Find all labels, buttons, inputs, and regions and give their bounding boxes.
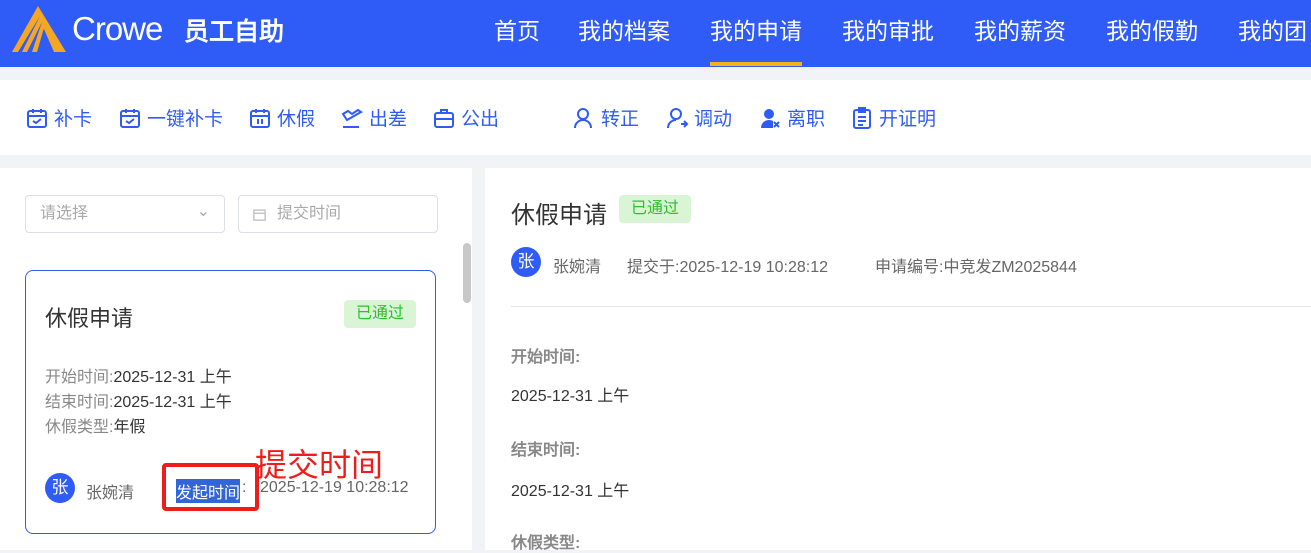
nav-salary[interactable]: 我的薪资 — [974, 12, 1066, 46]
tool-label: 调动 — [694, 109, 733, 130]
detail-title: 休假申请 — [511, 202, 607, 229]
briefcase-icon — [434, 108, 454, 128]
annotation-box — [162, 463, 259, 511]
nav-home[interactable]: 首页 — [494, 12, 540, 46]
tool-label: 公出 — [461, 109, 500, 130]
nav-approvals[interactable]: 我的审批 — [842, 12, 934, 46]
plane-icon — [341, 108, 363, 128]
calendar-check-icon — [27, 108, 47, 128]
tool-label: 一键补卡 — [147, 109, 224, 130]
calendar-check-icon — [120, 108, 140, 128]
tool-label: 转正 — [601, 109, 640, 130]
tool-label: 离职 — [787, 109, 826, 130]
brand-name: Crowe — [72, 10, 163, 47]
detail-value-start: 2025-12-31 上午 — [511, 388, 630, 405]
select-placeholder: 请选择 — [40, 205, 89, 222]
chevron-down-icon: ⌄ — [196, 203, 210, 220]
nav-my-applications[interactable]: 我的申请 — [710, 12, 802, 66]
tool-one-click-punch-fix[interactable]: 一键补卡 — [118, 104, 223, 131]
nav-attendance[interactable]: 我的假勤 — [1106, 12, 1198, 46]
tool-label: 开证明 — [879, 109, 937, 130]
detail-label-type: 休假类型: — [511, 535, 581, 552]
tool-label: 补卡 — [54, 109, 93, 130]
detail-applicant: 张婉清 — [553, 259, 602, 276]
detail-status-badge: 已通过 — [619, 195, 691, 223]
detail-value-end: 2025-12-31 上午 — [511, 483, 630, 500]
avatar: 张 — [45, 473, 75, 503]
nav-profile[interactable]: 我的档案 — [578, 12, 670, 46]
user-icon — [574, 107, 592, 128]
card-field-start: 开始时间:2025-12-31 上午 — [45, 369, 232, 386]
user-remove-icon — [761, 108, 780, 128]
calendar-leave-icon — [250, 108, 270, 128]
card-field-end: 结束时间:2025-12-31 上午 — [45, 394, 232, 411]
detail-label-end: 结束时间: — [511, 442, 581, 459]
tool-business-trip[interactable]: 出差 — [340, 104, 407, 131]
tool-leave[interactable]: 休假 — [248, 104, 315, 131]
calendar-icon — [253, 209, 266, 221]
type-select[interactable]: 请选择 ⌄ — [25, 195, 225, 233]
tool-regularization[interactable]: 转正 — [572, 104, 639, 131]
application-detail-panel: 休假申请 已通过 张 张婉清 提交于:2025-12-19 10:28:12 申… — [485, 168, 1311, 552]
card-field-type: 休假类型:年假 — [45, 419, 146, 436]
card-title: 休假申请 — [45, 306, 134, 331]
status-badge: 已通过 — [344, 300, 416, 328]
date-placeholder: 提交时间 — [277, 205, 342, 222]
applicant-name: 张婉清 — [86, 485, 135, 502]
tool-certificate[interactable]: 开证明 — [850, 104, 936, 131]
tool-resignation[interactable]: 离职 — [758, 104, 825, 131]
user-transfer-icon — [667, 107, 689, 128]
tool-label: 休假 — [277, 109, 316, 130]
annotation-text: 提交时间 — [255, 447, 384, 483]
detail-label-start: 开始时间: — [511, 349, 581, 366]
tool-transfer[interactable]: 调动 — [665, 104, 732, 131]
quick-actions-toolbar: 补卡 一键补卡 休假 出差 公出 转正 调动 离职 开证明 — [0, 80, 1311, 155]
submit-time-picker[interactable]: 提交时间 — [238, 195, 438, 233]
clipboard-icon — [853, 106, 871, 129]
top-header: Crowe 员工自助 首页 我的档案 我的申请 我的审批 我的薪资 我的假勤 我… — [0, 0, 1311, 67]
crowe-logo-icon — [12, 6, 66, 52]
divider — [511, 306, 1311, 307]
list-scrollbar[interactable] — [463, 243, 471, 303]
app-name: 员工自助 — [184, 18, 285, 46]
detail-submitted-time: 提交于:2025-12-19 10:28:12 — [627, 259, 829, 276]
detail-avatar: 张 — [511, 247, 541, 277]
tool-punch-fix[interactable]: 补卡 — [25, 104, 92, 131]
tool-label: 出差 — [369, 109, 408, 130]
detail-application-number: 申请编号:中竞发ZM2025844 — [875, 259, 1077, 276]
nav-team[interactable]: 我的团 — [1238, 12, 1307, 46]
tool-official-outing[interactable]: 公出 — [432, 104, 499, 131]
